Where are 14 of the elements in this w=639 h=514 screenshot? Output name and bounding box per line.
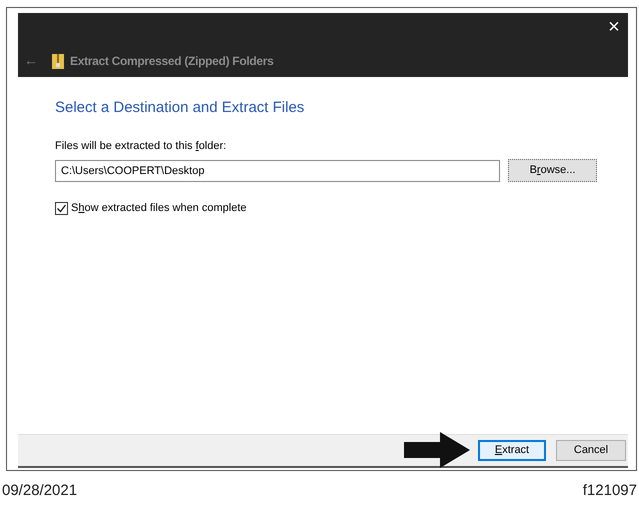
figure-id: f121097 — [582, 481, 637, 501]
folder-label: Files will be extracted to this folder: — [55, 138, 228, 154]
dialog-button[interactable]: Cancel — [556, 440, 626, 461]
dialog-button[interactable]: Extract — [478, 440, 546, 461]
checkbox[interactable] — [55, 202, 68, 215]
caption-date: 09/28/2021 — [2, 481, 78, 501]
close-button[interactable]: × — [604, 17, 624, 37]
arrow-icon — [404, 432, 470, 468]
browse-button[interactable]: Browse... — [508, 159, 597, 182]
window-title: Extract Compressed (Zipped) Folders — [70, 52, 274, 70]
checkbox-label: Show extracted files when complete — [71, 201, 246, 216]
destination-field[interactable]: C:\Users\COOPERT\Desktop — [55, 160, 500, 182]
zip-folder-icon — [52, 52, 64, 68]
dialog-heading: Select a Destination and Extract Files — [55, 98, 306, 118]
